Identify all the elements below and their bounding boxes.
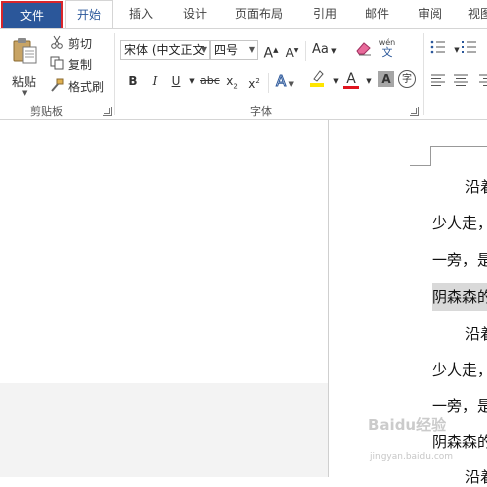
clear-formatting-button[interactable] <box>355 40 373 60</box>
highlight-color-button[interactable] <box>307 69 327 89</box>
ribbon-tab-bar: 文件 开始 插入 设计 页面布局 引用 邮件 审阅 视图 <box>0 0 487 28</box>
align-left-icon <box>430 72 446 92</box>
navigation-pane-lower <box>0 383 328 477</box>
chevron-down-icon: ▼ <box>22 89 27 97</box>
shrink-font-button[interactable]: A▼ <box>284 41 300 61</box>
phonetic-bottom: 文 <box>377 48 397 58</box>
group-divider <box>305 41 306 61</box>
grow-font-button[interactable]: A▲ <box>263 40 279 60</box>
page-margin-line <box>430 146 487 147</box>
chevron-down-icon[interactable]: ▼ <box>184 71 200 91</box>
align-right-button[interactable] <box>476 72 487 92</box>
copy-button[interactable]: 复制 <box>50 54 92 74</box>
enclose-characters-button[interactable]: 字 <box>398 70 416 88</box>
document-line: 一旁，是 <box>432 395 487 416</box>
tab-design[interactable]: 设计 <box>180 0 210 28</box>
format-painter-button[interactable]: 格式刷 <box>50 76 104 96</box>
font-size-combo[interactable]: 四号 ▼ <box>210 40 258 60</box>
watermark-url: jingyan.baidu.com <box>370 452 453 462</box>
tab-review[interactable]: 审阅 <box>415 0 445 28</box>
document-line: 沿着 <box>465 323 487 344</box>
watermark-logo: Baidu经验 <box>368 414 446 435</box>
cut-label: 剪切 <box>68 35 92 52</box>
tab-file[interactable]: 文件 <box>3 3 61 29</box>
phonetic-guide-button[interactable]: wén 文 <box>377 38 397 58</box>
font-color-swatch <box>343 86 359 89</box>
clipboard-icon <box>12 37 38 65</box>
eraser-icon <box>355 40 373 62</box>
font-color-icon: A <box>346 71 356 87</box>
page-corner-mark <box>430 146 431 166</box>
document-line: 一旁，是 <box>432 249 487 270</box>
group-divider <box>268 73 269 93</box>
align-left-button[interactable] <box>430 72 446 92</box>
font-name-value: 宋体 (中文正文 <box>124 43 205 57</box>
group-divider <box>114 33 115 115</box>
tab-mailings[interactable]: 邮件 <box>362 0 392 28</box>
bullet-list-icon <box>430 40 446 60</box>
chevron-down-icon: ▼ <box>201 41 207 59</box>
grow-font-icon: A <box>264 46 274 62</box>
font-color-button[interactable]: A <box>343 69 359 89</box>
tab-page-layout[interactable]: 页面布局 <box>233 0 285 28</box>
document-line: 少人走， <box>432 359 487 380</box>
font-group-label: 字体 <box>250 103 272 119</box>
font-name-combo[interactable]: 宋体 (中文正文 ▼ <box>120 40 210 60</box>
format-painter-label: 格式刷 <box>68 78 104 95</box>
document-line: 沿着 <box>465 176 487 197</box>
character-shading-icon: A <box>381 72 390 86</box>
scissors-icon <box>50 35 64 52</box>
clipboard-group-label: 剪贴板 <box>30 103 63 119</box>
tab-view[interactable]: 视图 <box>468 0 487 28</box>
bold-button[interactable]: B <box>125 71 141 91</box>
cut-button[interactable]: 剪切 <box>50 33 92 53</box>
align-center-button[interactable] <box>453 72 469 92</box>
superscript-mark: 2 <box>255 77 259 85</box>
text-effects-icon: A <box>276 72 286 90</box>
align-right-icon <box>479 72 487 92</box>
strikethrough-button[interactable]: abc <box>200 71 220 91</box>
subscript-mark: 2 <box>233 82 237 90</box>
highlighter-icon <box>309 69 325 93</box>
font-size-value: 四号 <box>214 43 238 57</box>
ribbon-home: 粘贴 ▼ 剪切 复制 格式刷 剪贴板 宋体 (中文正文 ▼ 四号 ▼ A▲ A▼ <box>0 28 487 120</box>
change-case-icon: Aa <box>312 42 329 57</box>
tab-references[interactable]: 引用 <box>310 0 340 28</box>
shrink-font-icon: A <box>286 46 294 60</box>
italic-button[interactable]: I <box>147 71 163 91</box>
page-corner-mark <box>410 165 431 166</box>
tab-insert[interactable]: 插入 <box>126 0 156 28</box>
copy-label: 复制 <box>68 56 92 73</box>
chevron-down-icon[interactable]: ▼ <box>328 71 344 91</box>
paste-button[interactable]: 粘贴 ▼ <box>8 35 42 95</box>
chevron-down-icon[interactable]: ▼ <box>361 71 377 91</box>
character-shading-button[interactable]: A <box>378 71 394 87</box>
enclose-characters-icon: 字 <box>402 74 412 85</box>
underline-icon: U <box>172 74 181 88</box>
numbered-list-icon <box>461 40 477 60</box>
text-effects-button[interactable]: A ▼ <box>276 71 294 91</box>
paste-label: 粘贴 <box>12 73 36 90</box>
paintbrush-icon <box>50 78 64 95</box>
tab-home[interactable]: 开始 <box>65 0 113 29</box>
superscript-button[interactable]: x2 <box>246 71 262 91</box>
group-divider <box>423 33 424 115</box>
document-line-selected: 阴森森的 <box>432 283 487 311</box>
change-case-button[interactable]: Aa ▼ <box>312 40 336 60</box>
underline-button[interactable]: U <box>168 71 184 91</box>
clipboard-launcher-icon[interactable] <box>103 107 112 116</box>
chevron-down-icon: ▼ <box>249 41 255 59</box>
subscript-button[interactable]: x2 <box>224 71 240 91</box>
numbering-button[interactable] <box>461 40 477 60</box>
document-line: 少人走， <box>432 212 487 233</box>
align-center-icon <box>453 72 469 92</box>
copy-icon <box>50 56 64 73</box>
bullets-button[interactable] <box>430 40 446 60</box>
font-launcher-icon[interactable] <box>410 107 419 116</box>
